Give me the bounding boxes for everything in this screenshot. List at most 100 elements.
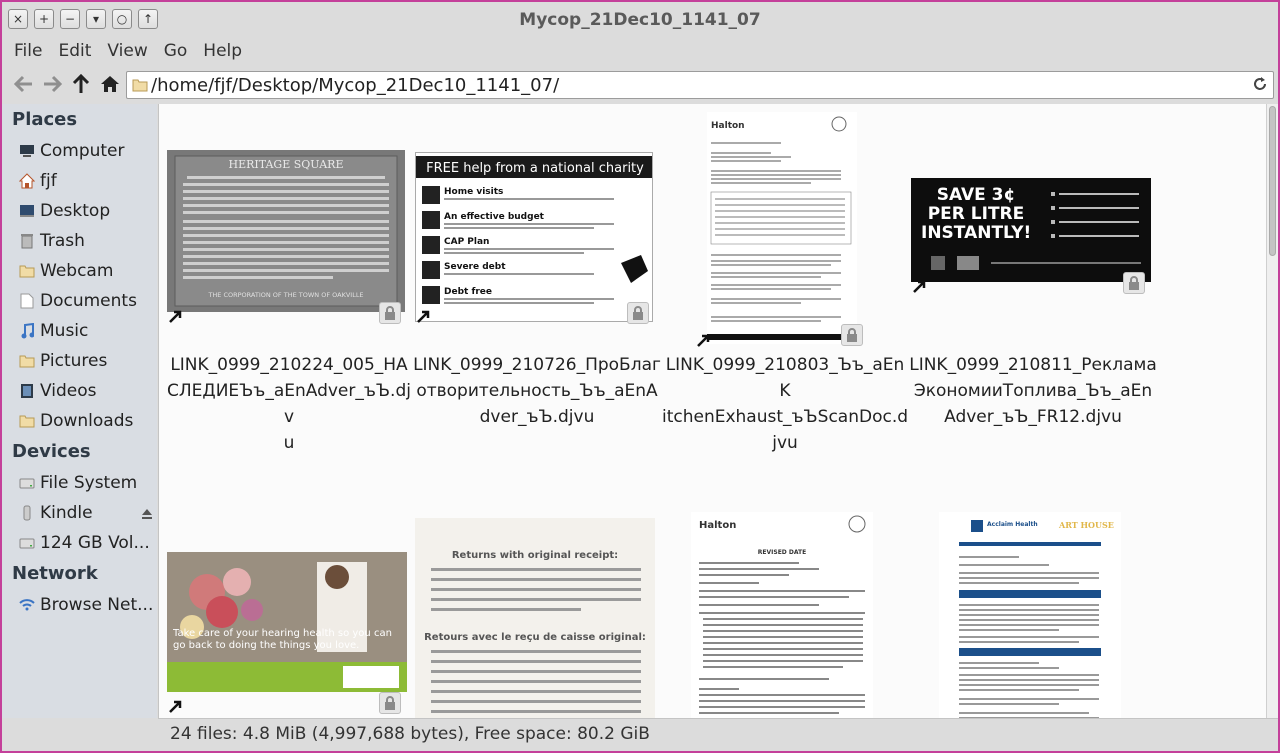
sidebar-item-label: 124 GB Vol... [40, 533, 150, 553]
svg-text:CAP Plan: CAP Plan [444, 237, 489, 247]
folder-icon [18, 263, 36, 279]
music-icon [18, 323, 36, 339]
sidebar-item-label: Trash [40, 231, 85, 251]
up-arrow-icon [72, 74, 90, 93]
places-heading: Places [12, 109, 78, 130]
home-icon [101, 76, 119, 92]
file-item[interactable]: Returns with original receipt: Retours a… [413, 502, 661, 718]
eject-icon[interactable] [141, 505, 153, 525]
svg-text:REVISED DATE: REVISED DATE [758, 549, 806, 556]
status-text: 24 files: 4.8 MiB (4,997,688 bytes), Fre… [170, 724, 650, 744]
sidebar-item-browse-net[interactable]: Browse Net... [2, 590, 157, 620]
pictures-icon [18, 353, 36, 369]
svg-text:Retours avec le reçu de caisse: Retours avec le reçu de caisse original: [424, 632, 646, 643]
file-name: LINK_0999_210811_Реклама ЭкономииТоплива_… [909, 355, 1157, 427]
folder-icon [132, 79, 148, 92]
file-manager-window: × + − ▾ ○ ↑ Mycop_21Dec10_1141_07 File E… [0, 0, 1280, 753]
sidebar-item-music[interactable]: Music [2, 316, 157, 346]
menubar: File Edit View Go Help [2, 38, 250, 66]
sidebar-item-label: Videos [40, 381, 97, 401]
file-item[interactable]: Take care of your hearing health so you … [165, 502, 413, 718]
file-thumbnail: Returns with original receipt: Retours a… [415, 518, 655, 718]
trash-icon [18, 233, 36, 249]
documents-icon [18, 293, 36, 309]
lock-icon [379, 692, 401, 714]
file-name: LINK_0999_210224_005_НА СЛЕДИЕЪъ_aEnAdver… [167, 355, 411, 453]
forward-arrow-icon [44, 75, 62, 93]
sidebar-item-124-gb-vol[interactable]: 124 GB Vol... [2, 528, 157, 558]
sidebar-item-label: Pictures [40, 351, 108, 371]
back-button[interactable] [12, 72, 36, 96]
menu-view[interactable]: View [99, 38, 155, 66]
menu-help[interactable]: Help [195, 38, 250, 66]
file-item[interactable]: Acclaim Health ART HOUSE [909, 502, 1157, 718]
svg-text:Home visits: Home visits [444, 187, 503, 197]
file-thumbnail: SAVE 3¢ PER LITRE INSTANTLY! [911, 178, 1151, 282]
svg-text:Acclaim Health: Acclaim Health [987, 521, 1038, 528]
menu-edit[interactable]: Edit [50, 38, 99, 66]
sidebar-item-downloads[interactable]: Downloads [2, 406, 157, 436]
window-title: Mycop_21Dec10_1141_07 [519, 10, 761, 30]
sidebar-item-desktop[interactable]: Desktop [2, 196, 157, 226]
sidebar-item-kindle[interactable]: Kindle [2, 498, 157, 528]
sidebar-item-label: fjf [40, 171, 57, 191]
sidebar-item-label: Computer [40, 141, 125, 161]
lock-icon [841, 324, 863, 346]
lock-icon [379, 302, 401, 324]
symlink-arrow-icon [169, 700, 182, 713]
sidebar-item-file-system[interactable]: File System [2, 468, 157, 498]
file-item[interactable]: SAVE 3¢ PER LITRE INSTANTLY! LINK_0999_2… [909, 112, 1157, 427]
document-page-image: Halton [707, 112, 857, 344]
downloads-icon [18, 413, 36, 429]
titlebar[interactable]: × + − ▾ ○ ↑ Mycop_21Dec10_1141_07 [2, 2, 1278, 38]
plaque-image: HERITAGE SQUARE THE CORPORATION OF THE T… [167, 150, 405, 312]
sidebar-item-videos[interactable]: Videos [2, 376, 157, 406]
lock-icon [1123, 272, 1145, 294]
acclaim-health-image: Acclaim Health ART HOUSE [939, 512, 1121, 718]
sidebar-item-label: File System [40, 473, 138, 493]
sidebar-item-fjf[interactable]: fjf [2, 166, 157, 196]
file-item[interactable]: HERITAGE SQUARE THE CORPORATION OF THE T… [165, 112, 413, 453]
home-button[interactable] [98, 72, 122, 96]
location-path[interactable]: /home/fjf/Desktop/Mycop_21Dec10_1141_07/ [151, 75, 559, 96]
sidebar-item-label: Webcam [40, 261, 114, 281]
halton-notice-image: Halton REVISED DATE [691, 512, 873, 718]
file-thumbnail: Take care of your hearing health so you … [167, 552, 407, 692]
videos-icon [18, 383, 36, 399]
svg-text:Severe debt: Severe debt [444, 262, 506, 272]
svg-text:FREE help from a national char: FREE help from a national charity [426, 161, 644, 176]
file-thumbnail: Acclaim Health ART HOUSE [939, 512, 1121, 718]
file-item[interactable]: Halton LINK_0999_210803_Ъъ_aEnK itchenEx… [661, 112, 909, 453]
scrollbar-thumb[interactable] [1269, 106, 1276, 256]
file-thumbnail: HERITAGE SQUARE THE CORPORATION OF THE T… [167, 150, 405, 312]
svg-text:Halton: Halton [711, 121, 745, 131]
sidebar-item-computer[interactable]: Computer [2, 136, 157, 166]
reload-icon[interactable] [1252, 76, 1268, 92]
svg-text:An effective budget: An effective budget [444, 212, 545, 222]
sidebar-item-label: Music [40, 321, 89, 341]
network-heading: Network [12, 563, 98, 584]
file-item[interactable]: Halton REVISED DATE [661, 502, 909, 718]
vertical-scrollbar[interactable] [1266, 104, 1278, 718]
menu-file[interactable]: File [6, 38, 50, 66]
svg-text:HERITAGE SQUARE: HERITAGE SQUARE [229, 158, 344, 171]
location-bar[interactable]: /home/fjf/Desktop/Mycop_21Dec10_1141_07/ [126, 71, 1274, 99]
charity-ad-image: FREE help from a national charity Home v… [416, 153, 652, 321]
desktop-icon [18, 203, 36, 219]
fuel-ad-image: SAVE 3¢ PER LITRE INSTANTLY! [911, 178, 1151, 282]
menu-go[interactable]: Go [156, 38, 196, 66]
computer-icon [18, 143, 36, 159]
forward-button[interactable] [40, 72, 64, 96]
sidebar-item-label: Desktop [40, 201, 111, 221]
file-grid[interactable]: HERITAGE SQUARE THE CORPORATION OF THE T… [158, 104, 1266, 718]
sidebar-item-trash[interactable]: Trash [2, 226, 157, 256]
up-button[interactable] [69, 72, 93, 96]
sidebar-item-webcam[interactable]: Webcam [2, 256, 157, 286]
sidebar-item-documents[interactable]: Documents [2, 286, 157, 316]
sidebar-item-label: Browse Net... [40, 595, 154, 615]
toolbar: /home/fjf/Desktop/Mycop_21Dec10_1141_07/ [2, 68, 1278, 102]
file-item[interactable]: FREE help from a national charity Home v… [413, 112, 661, 427]
sidebar-item-pictures[interactable]: Pictures [2, 346, 157, 376]
lock-icon [627, 302, 649, 324]
receipt-notice-image: Returns with original receipt: Retours a… [415, 518, 655, 718]
